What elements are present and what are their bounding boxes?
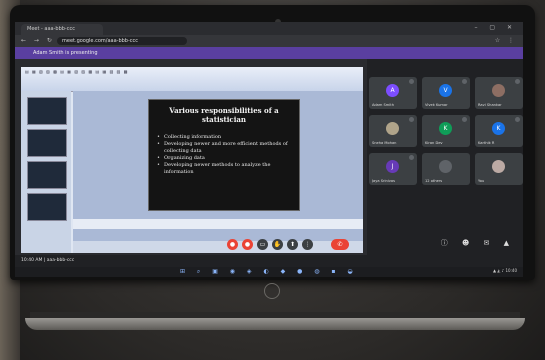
slide-thumbnail[interactable]	[27, 129, 67, 157]
current-slide[interactable]: Various responsibilities of a statistici…	[148, 99, 300, 211]
participant-grid: A Adam Smith V Vivek Kumar Ravi Shankar …	[369, 77, 523, 197]
address-bar-row: ← → ↻ meet.google.com/aaa-bbb-ccc ☆ ⋮	[15, 35, 523, 47]
participant-name: Adam Smith	[372, 103, 394, 107]
end-call-button[interactable]: ✆	[331, 239, 349, 250]
avatar: K	[492, 122, 505, 135]
mic-muted-icon	[515, 117, 520, 122]
participant-name: Ravi Shankar	[478, 103, 502, 107]
ppt-ribbon-menu: ▤ ▦ ▧ ▨ ▩ ▤ ▦ ▧ ▨ ▩ ▤ ▦ ▧ ▨ ▩	[25, 69, 129, 74]
presenting-banner: Adam Smith is presenting	[15, 47, 523, 59]
present-icon[interactable]: ⬆	[287, 239, 298, 250]
mic-muted-icon	[462, 117, 467, 122]
presenting-label: Adam Smith is presenting	[33, 50, 98, 56]
slide-thumbnail[interactable]	[27, 161, 67, 189]
laptop-brand-logo	[264, 283, 280, 299]
slide-bullet: Organizing data	[157, 155, 291, 162]
participant-name: Vivek Kumar	[425, 103, 448, 107]
back-forward-reload-icon[interactable]: ← → ↻	[21, 37, 55, 44]
window-controls[interactable]: – ▢ ✕	[474, 24, 517, 31]
participant-tile[interactable]: J Jaya Srinivas	[369, 153, 417, 185]
raise-hand-icon[interactable]: ✋	[272, 239, 283, 250]
participant-name: Kiran Dev	[425, 141, 443, 145]
presentation-stage: ▤ ▦ ▧ ▨ ▩ ▤ ▦ ▧ ▨ ▩ ▤ ▦ ▧ ▨ ▩ Various re…	[15, 59, 367, 255]
slide-thumbnail[interactable]	[27, 193, 67, 221]
participant-tile[interactable]: K Kiran Dev	[422, 115, 470, 147]
participant-name: Karthik R	[478, 141, 495, 145]
avatar: V	[439, 84, 452, 97]
mic-muted-icon	[409, 79, 414, 84]
participant-tile[interactable]: Sneha Mohan	[369, 115, 417, 147]
meeting-time-code: 10:40 AM | aaa-bbb-ccc	[21, 258, 75, 263]
slide-thumbnails	[21, 91, 71, 253]
slide-bullet: Collecting information	[157, 134, 291, 141]
meeting-info-bar: 10:40 AM | aaa-bbb-ccc	[15, 255, 523, 267]
captions-icon[interactable]: ▭	[257, 239, 268, 250]
system-tray[interactable]: ▲ ◭ ♪ 10:40	[493, 268, 517, 273]
avatar: K	[439, 122, 452, 135]
avatar: J	[386, 160, 399, 173]
mic-muted-icon	[409, 155, 414, 160]
laptop-screen: Meet - aaa-bbb-ccc – ▢ ✕ ← → ↻ meet.goog…	[15, 22, 523, 277]
powerpoint-window: ▤ ▦ ▧ ▨ ▩ ▤ ▦ ▧ ▨ ▩ ▤ ▦ ▧ ▨ ▩ Various re…	[21, 67, 363, 253]
participant-name: Jaya Srinivas	[372, 179, 395, 183]
laptop-base	[25, 318, 525, 330]
participant-tile[interactable]: V Vivek Kumar	[422, 77, 470, 109]
more-icon[interactable]: ⋮	[302, 239, 313, 250]
participant-tile[interactable]: K Karthik R	[475, 115, 523, 147]
slide-thumbnail[interactable]	[27, 97, 67, 125]
meeting-controls: ● ● ▭ ✋ ⬆ ⋮ ✆	[227, 239, 357, 253]
meeting-side-icons[interactable]: ⓘ ☻ ✉ ▲	[441, 238, 515, 248]
windows-taskbar: ⊞ ⌕ ▣ ◉ ◈ ◐ ◆ ● ◍ ▪ ◒ ▲ ◭ ♪ 10:40	[15, 267, 523, 277]
slide-bullet: Developing newer and more efficient meth…	[157, 141, 291, 155]
avatar: A	[386, 84, 399, 97]
slide-title: Various responsibilities of a statistici…	[169, 106, 279, 124]
taskbar-app-icons[interactable]: ⊞ ⌕ ▣ ◉ ◈ ◐ ◆ ● ◍ ▪ ◒	[180, 268, 358, 276]
participant-name: 12 others	[425, 179, 443, 183]
participant-tile[interactable]: Ravi Shankar	[475, 77, 523, 109]
browser-tab[interactable]: Meet - aaa-bbb-ccc	[21, 24, 103, 35]
camera-icon[interactable]: ●	[242, 239, 253, 250]
avatar	[439, 160, 452, 173]
mic-muted-icon	[409, 117, 414, 122]
participant-name: Sneha Mohan	[372, 141, 397, 145]
browser-tab-bar: Meet - aaa-bbb-ccc – ▢ ✕	[15, 22, 523, 35]
extensions-icon[interactable]: ☆ ⋮	[495, 37, 517, 44]
url-field[interactable]: meet.google.com/aaa-bbb-ccc	[57, 37, 187, 45]
avatar	[386, 122, 399, 135]
participant-name: You	[478, 179, 485, 183]
mic-muted-icon	[462, 79, 467, 84]
notes-pane[interactable]	[73, 219, 363, 229]
avatar	[492, 160, 505, 173]
mic-icon[interactable]: ●	[227, 239, 238, 250]
slide-canvas: Various responsibilities of a statistici…	[73, 91, 363, 253]
ppt-ribbon: ▤ ▦ ▧ ▨ ▩ ▤ ▦ ▧ ▨ ▩ ▤ ▦ ▧ ▨ ▩	[21, 67, 363, 92]
slide-bullets: Collecting information Developing newer …	[157, 134, 291, 176]
slide-bullet: Developing newer methods to analyze the …	[157, 162, 291, 176]
participant-tile[interactable]: 12 others	[422, 153, 470, 185]
participant-tile[interactable]: You	[475, 153, 523, 185]
avatar	[492, 84, 505, 97]
mic-muted-icon	[515, 79, 520, 84]
participant-tile[interactable]: A Adam Smith	[369, 77, 417, 109]
